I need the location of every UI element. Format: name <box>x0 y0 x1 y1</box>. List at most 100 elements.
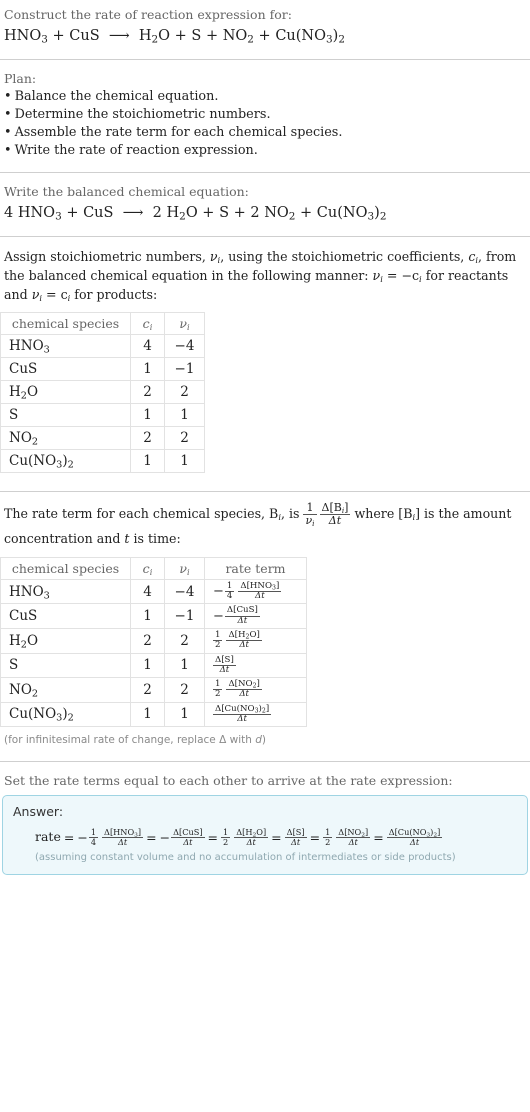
table-row: Cu(NO3)2 1 1 Δ[Cu(NO3)2] Δt <box>0 701 307 728</box>
cell-species: NO2 <box>0 677 131 703</box>
equals-sign: = <box>271 830 282 846</box>
minus-sign: − <box>213 608 224 624</box>
table-row: CuS 1 −1 <box>0 357 205 381</box>
plan-item: • Balance the chemical equation. <box>0 88 530 106</box>
rate-term: −1 4 Δ[HNO3] Δt <box>77 827 144 847</box>
cell-species: NO2 <box>0 426 131 450</box>
coefficient-fraction: 12 <box>213 679 223 700</box>
coef-numerator: 1 <box>215 630 221 640</box>
coef-numerator: 1 <box>215 679 221 690</box>
cell-species: HNO3 <box>0 334 131 358</box>
table-row: HNO3 4 −4−1 4 Δ[HNO3] Δt <box>0 578 307 605</box>
minus-sign: − <box>159 830 171 846</box>
plan-item-label: Determine the stoichiometric numbers. <box>14 107 271 122</box>
coefficient-fraction: 14 <box>88 828 99 847</box>
rate-term: − Δ[CuS] Δt <box>159 827 205 847</box>
coefficient-fraction: 12 <box>221 828 231 848</box>
cell-ci: 2 <box>130 628 165 654</box>
cell-rate-term: Δ[S] Δt <box>204 652 307 679</box>
table-row: NO2 2 2 <box>0 426 205 450</box>
rate-term-intro: The rate term for each chemical species,… <box>4 501 512 546</box>
coef-denominator: 4 <box>224 591 235 602</box>
table-row: NO2 2 2 1 2 Δ[NO2] Δt <box>0 677 307 703</box>
assign-text-1: Assign stoichiometric numbers, <box>4 249 210 264</box>
cell-vi: 1 <box>164 449 205 473</box>
rate-term: Δ[Cu(NO3)2] Δt <box>386 828 443 847</box>
cell-species: HNO3 <box>0 578 131 605</box>
cell-species: CuS <box>0 357 131 381</box>
assign-text-5: for products: <box>70 287 158 302</box>
delta-numerator: Δ[HNO3] <box>104 827 142 839</box>
delta-fraction: Δ[Cu(NO3)2] Δt <box>213 704 272 725</box>
delta-t-denominator: Δt <box>234 837 269 847</box>
delta-t-text: Δt <box>328 514 342 527</box>
coef-denominator: 2 <box>213 689 223 700</box>
fraction-denominator: νi <box>303 514 317 528</box>
bullet-icon: • <box>4 143 12 158</box>
delta-numerator: Δ[NO2] <box>338 827 369 839</box>
delta-t-denominator: Δt <box>336 837 371 847</box>
assign-stoichiometric-text: Assign stoichiometric numbers, νi, using… <box>4 249 517 304</box>
cell-vi: 2 <box>164 628 205 654</box>
bullet-icon: • <box>4 89 12 104</box>
cell-ci: 1 <box>130 603 165 629</box>
coef-denominator: 2 <box>221 837 231 848</box>
cell-ci: 1 <box>130 403 165 427</box>
delta-fraction: Δ[Cu(NO3)2] Δt <box>386 828 443 847</box>
answer-expression: rate = −1 4 Δ[HNO3] Δt = − Δ[CuS] Δt = 1 2 Δ[H2O] Δt = Δ… <box>13 820 517 847</box>
delta-t-denominator: Δt <box>213 664 236 675</box>
cell-species: Cu(NO3)2 <box>0 701 131 728</box>
delta-t-denominator: Δt <box>319 514 351 527</box>
delta-t-denominator: Δt <box>238 591 282 601</box>
coef-denominator: 2 <box>323 837 333 848</box>
answer-box: Answer: rate = −1 4 Δ[HNO3] Δt = − Δ[CuS] Δt = 1 2 Δ[… <box>2 795 528 876</box>
cell-rate-term: − Δ[CuS] Δt <box>204 603 307 629</box>
minus-sign: − <box>213 584 224 600</box>
cell-species: S <box>0 652 131 679</box>
plan-list: • Balance the chemical equation. • Determin… <box>0 88 530 160</box>
cell-rate-term: 1 2 Δ[H2O] Δt <box>204 628 307 654</box>
coefficient-fraction: 14 <box>224 581 235 602</box>
rate-intro-text-2: , is <box>280 506 304 521</box>
delta-fraction: Δ[S] Δt <box>284 828 307 847</box>
cell-ci: 2 <box>130 380 165 404</box>
delta-t-denominator: Δt <box>226 640 262 650</box>
assign-rule-reactants: = −c <box>386 268 420 283</box>
equals-sign: = <box>146 830 157 846</box>
equals-sign: = <box>373 830 384 846</box>
rate-intro-text-1: The rate term for each chemical species,… <box>4 506 279 521</box>
cell-ci: 4 <box>130 578 165 605</box>
delta-fraction: Δ[H2O] Δt <box>234 827 269 847</box>
delta-numerator: Δ[H2O] <box>236 827 267 839</box>
delta-b-numerator: Δ[Bi] <box>321 501 349 515</box>
cell-vi: 1 <box>164 701 205 728</box>
delta-t-denominator: Δt <box>226 689 262 699</box>
cell-species: Cu(NO3)2 <box>0 449 131 473</box>
rate-term: Δ[S] Δt <box>284 828 307 847</box>
column-header-rate-term: rate term <box>204 556 307 580</box>
bullet-icon: • <box>4 107 12 122</box>
ci-symbol: c <box>142 316 150 331</box>
column-header-ci: ci <box>130 556 165 580</box>
delta-t-denominator: Δt <box>213 713 272 724</box>
delta-fraction: Δ[CuS] Δt <box>224 606 260 626</box>
cell-species: S <box>0 403 131 427</box>
cell-ci: 2 <box>130 677 165 703</box>
balanced-equation: 4 HNO3 + CuS ⟶ 2 H2O + S + 2 NO2 + Cu(NO… <box>4 205 387 223</box>
plan-item: • Assemble the rate term for each chemica… <box>0 124 530 142</box>
delta-b-text: Δ[B <box>321 501 342 515</box>
nu-symbol: ν <box>209 249 218 264</box>
answer-label: Answer: <box>13 804 64 820</box>
plan-item: • Write the rate of reaction expression. <box>0 142 530 160</box>
delta-numerator: Δ[CuS] <box>173 827 203 838</box>
balanced-equation-label: Write the balanced chemical equation: <box>4 184 249 199</box>
minus-sign: − <box>77 830 88 846</box>
infinitesimal-note: (for infinitesimal rate of change, repla… <box>4 734 267 747</box>
delta-t-denominator: Δt <box>284 837 307 847</box>
